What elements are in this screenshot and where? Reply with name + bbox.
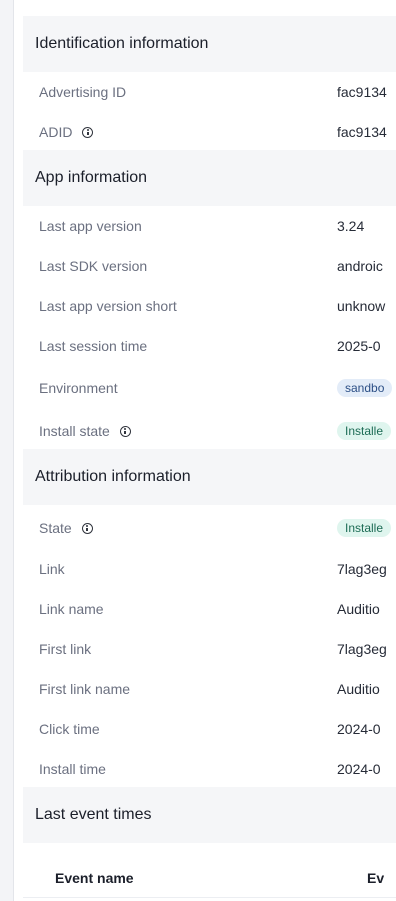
section-title: Last event times [35,806,152,823]
row-value: Auditio [337,681,380,697]
row-value: 2024-0 [337,761,381,777]
column-header-event-time[interactable]: Ev [367,870,384,886]
row-adid: ADID fac9134 [39,120,396,144]
state-badge: Installe [337,519,392,537]
info-icon[interactable] [119,425,131,437]
row-value: 7lag3eg [337,561,387,577]
row-label: Environment [39,380,118,396]
section-title: Identification information [35,35,209,52]
column-header-event-name[interactable]: Event name [55,870,134,886]
row-label-wrap: State [39,520,337,536]
info-icon[interactable] [81,522,93,534]
row-last-app-version-short: Last app version short unknow [39,294,396,318]
environment-badge: sandbo [337,379,393,397]
section-identification-header: Identification information [23,16,396,72]
row-label: State [39,520,72,536]
row-first-link: First link 7lag3eg [39,637,396,661]
row-value: androic [337,258,383,274]
row-first-link-name: First link name Auditio [39,677,396,701]
row-label: Install time [39,761,106,777]
info-icon[interactable] [82,126,94,138]
row-label-wrap: Install state [39,423,337,439]
row-label: Link [39,561,65,577]
row-value: 3.24 [337,218,365,234]
row-install-time: Install time 2024-0 [39,757,396,781]
row-value: 2024-0 [337,721,381,737]
row-label: Link name [39,601,104,617]
section-attribution-header: Attribution information [23,449,396,505]
row-label: First link name [39,681,131,697]
row-environment: Environment sandbo [39,376,396,400]
section-events-header: Last event times [23,787,396,843]
row-value: unknow [337,298,386,314]
row-value: 7lag3eg [337,641,387,657]
row-install-state: Install state Installe [39,419,396,443]
row-value: Auditio [337,601,380,617]
row-last-sdk-version: Last SDK version androic [39,254,396,278]
row-last-app-version: Last app version 3.24 [39,214,396,238]
row-value: fac9134 [337,124,387,140]
left-rail [0,0,14,901]
section-title: Attribution information [35,468,191,485]
section-title: App information [35,169,148,186]
row-label: Install state [39,423,110,439]
row-label: Last app version [39,218,142,234]
row-advertising-id: Advertising ID fac9134 [39,80,396,104]
row-label: Last session time [39,338,148,354]
row-label: Advertising ID [39,84,127,100]
row-label-wrap: ADID [39,124,337,140]
row-label: Last SDK version [39,258,148,274]
row-label: Last app version short [39,298,177,314]
row-label: Click time [39,721,100,737]
install-state-badge: Installe [337,422,392,440]
row-label: ADID [39,124,73,140]
row-link: Link 7lag3eg [39,557,396,581]
row-link-name: Link name Auditio [39,597,396,621]
row-click-time: Click time 2024-0 [39,717,396,741]
row-value: 2025-0 [337,338,381,354]
row-value: fac9134 [337,84,387,100]
row-label: First link [39,641,92,657]
row-last-session-time: Last session time 2025-0 [39,334,396,358]
row-state: State Installe [39,516,396,540]
section-app-header: App information [23,150,396,206]
events-table-header: Event name Ev [23,859,396,898]
